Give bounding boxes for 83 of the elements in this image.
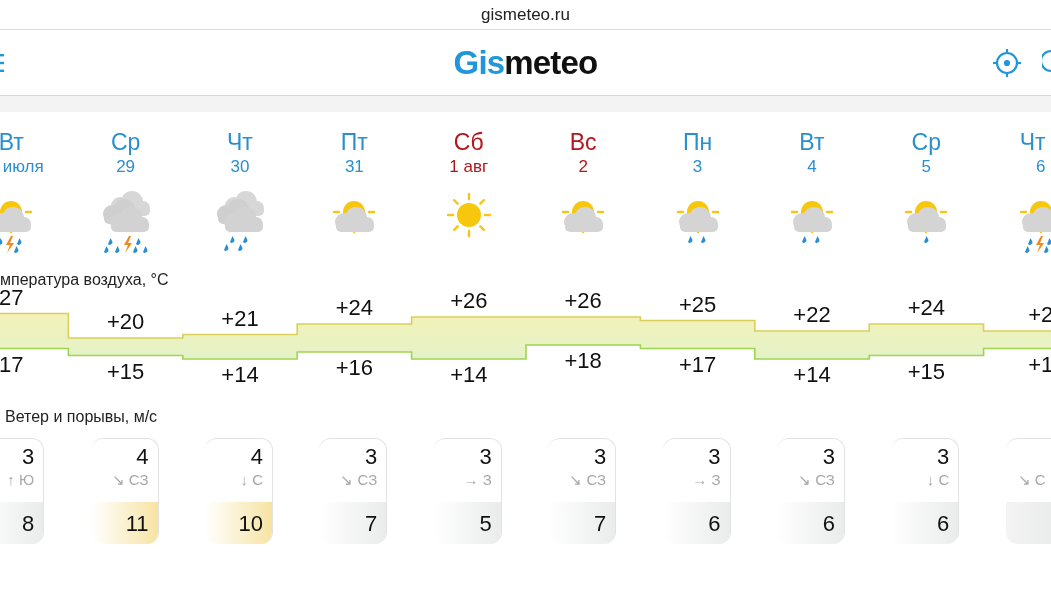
wind-direction: ↘ СЗ bbox=[798, 470, 835, 490]
max-temperature: +24 bbox=[906, 296, 947, 320]
logo[interactable]: Gismeteo bbox=[453, 37, 598, 88]
max-temperature: +24 bbox=[334, 296, 375, 320]
wind-gust: 5 bbox=[479, 509, 492, 538]
min-temperature: +18 bbox=[563, 349, 603, 373]
wind-direction: ↘ СЗ bbox=[569, 470, 607, 490]
weekday: Пн bbox=[682, 128, 713, 156]
min-temperature: +17 bbox=[677, 352, 718, 377]
wind-direction: ↘ СЗ bbox=[340, 470, 378, 490]
wind-speed: 3 bbox=[479, 444, 492, 470]
date: 1 авг bbox=[449, 156, 489, 178]
weekday: Чт bbox=[227, 128, 253, 156]
wind-gust: 8 bbox=[21, 509, 35, 538]
date: 6 bbox=[1035, 156, 1046, 178]
min-temperature: +14 bbox=[449, 363, 489, 387]
menu-icon[interactable] bbox=[0, 53, 4, 73]
weather-icon bbox=[333, 201, 376, 234]
max-temperature: 27 bbox=[0, 285, 24, 310]
location-icon[interactable] bbox=[992, 48, 1022, 78]
wind-direction: → З bbox=[463, 470, 492, 490]
weekday: Вт bbox=[0, 128, 24, 156]
weather-icon bbox=[676, 201, 719, 243]
wind-gust: 11 bbox=[125, 509, 149, 538]
wind-direction: ↘ С bbox=[1017, 470, 1046, 490]
max-temperature: +25 bbox=[677, 292, 718, 317]
wind-speed: 3 bbox=[365, 444, 378, 470]
wind-gust: 10 bbox=[238, 509, 263, 538]
min-temperature: +14 bbox=[220, 363, 260, 387]
max-temperature: +26 bbox=[563, 289, 603, 313]
weather-icon bbox=[790, 201, 834, 243]
date: 30 bbox=[230, 156, 250, 178]
weather-icon bbox=[446, 192, 491, 238]
wind-direction: → З bbox=[692, 470, 721, 490]
weekday: Ср bbox=[110, 128, 141, 156]
wind-speed: 3 bbox=[593, 444, 607, 470]
max-temperature: +20 bbox=[105, 310, 146, 334]
wind-speed: 3 bbox=[822, 444, 835, 470]
weekday: Чт bbox=[1019, 128, 1046, 156]
wind-speed: 3 bbox=[708, 444, 721, 470]
max-temperature: +21 bbox=[220, 306, 260, 331]
date: 31 bbox=[344, 156, 364, 178]
wind-direction: ↘ СЗ bbox=[111, 470, 149, 490]
weather-icon bbox=[0, 201, 33, 253]
wind-direction: ↓ С bbox=[926, 470, 950, 490]
section-label: Ветер и порывы, м/с bbox=[5, 408, 158, 425]
weekday: Пт bbox=[340, 128, 368, 156]
max-temperature: +22 bbox=[792, 303, 832, 327]
weather-icon bbox=[102, 191, 150, 253]
wind-gust: 6 bbox=[822, 509, 835, 538]
date: 5 bbox=[921, 156, 932, 178]
wind-speed: 3 bbox=[937, 444, 950, 470]
min-temperature: +15 bbox=[105, 359, 146, 384]
date: июля bbox=[2, 156, 44, 178]
date: 2 bbox=[578, 156, 588, 178]
wind-gust: 6 bbox=[937, 509, 950, 538]
wind-direction: ↓ С bbox=[240, 470, 263, 490]
search-icon[interactable] bbox=[1042, 48, 1051, 74]
wind-direction: ↑ Ю bbox=[7, 470, 35, 490]
wind-gust: 7 bbox=[365, 509, 378, 538]
weather-icon bbox=[905, 201, 948, 243]
min-temperature: +14 bbox=[792, 363, 832, 387]
weather-icon bbox=[216, 191, 264, 251]
date: 4 bbox=[807, 156, 817, 178]
date: 29 bbox=[116, 156, 136, 178]
min-temperature: 17 bbox=[0, 352, 25, 377]
wind-speed: 4 bbox=[250, 444, 263, 470]
weekday: Вс bbox=[569, 128, 597, 156]
max-temperature: +26 bbox=[449, 289, 489, 313]
address-bar-url[interactable]: gismeteo.ru bbox=[481, 1, 570, 28]
min-temperature: +15 bbox=[906, 359, 947, 384]
min-temperature: +16 bbox=[334, 356, 375, 380]
weekday: Ср bbox=[911, 128, 941, 156]
date: 3 bbox=[692, 156, 703, 178]
weather-icon bbox=[1019, 201, 1051, 253]
weekday: Сб bbox=[453, 128, 484, 156]
wind-speed: 4 bbox=[136, 444, 149, 470]
weekday: Вт bbox=[799, 128, 825, 156]
section-label: мпература воздуха, °C bbox=[0, 271, 169, 288]
wind-gust: 6 bbox=[708, 509, 721, 538]
wind-speed: 3 bbox=[21, 444, 35, 470]
wind-gust: 7 bbox=[593, 509, 607, 538]
weather-icon bbox=[561, 201, 605, 234]
